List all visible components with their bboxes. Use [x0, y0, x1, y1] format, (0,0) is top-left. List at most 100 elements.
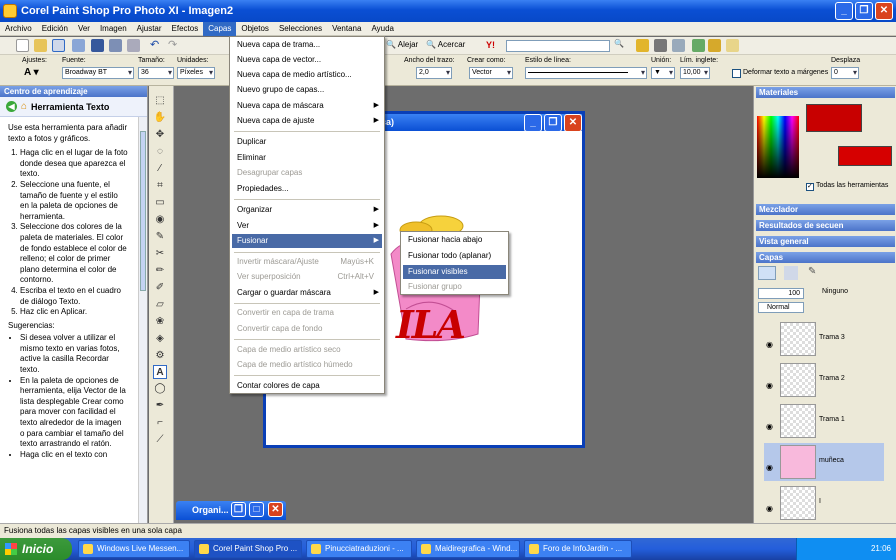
background-swatch[interactable]	[838, 146, 892, 166]
learning-scrollbar[interactable]	[138, 117, 147, 523]
menu-efectos[interactable]: Efectos	[167, 22, 204, 36]
email-icon[interactable]	[127, 39, 140, 52]
menu-item-duplicate[interactable]: Duplicar	[232, 135, 382, 149]
organizer-maximize-button[interactable]: □	[249, 502, 264, 517]
redeye-icon[interactable]: ◉	[153, 213, 167, 227]
menu-selecciones[interactable]: Selecciones	[274, 22, 327, 36]
close-button[interactable]: ✕	[875, 2, 893, 20]
shape-icon[interactable]: ◯	[153, 382, 167, 396]
search-input[interactable]	[506, 40, 610, 52]
eye-icon[interactable]: ◉	[766, 381, 773, 390]
minimized-organizer-window[interactable]: Organi... ❐ □ ✕	[176, 501, 286, 520]
home-icon[interactable]: ⌂	[21, 101, 27, 112]
layer-row[interactable]: Trama 1 ◉	[764, 402, 884, 440]
eye-icon[interactable]: ◉	[766, 504, 773, 513]
layer-row[interactable]: Trama 3 ◉	[764, 320, 884, 358]
opacity-input[interactable]: 100	[758, 288, 804, 299]
menu-objetos[interactable]: Objetos	[236, 22, 274, 36]
lasso-icon[interactable]: ◌	[153, 145, 167, 159]
eraser-icon[interactable]: ▱	[153, 298, 167, 312]
task-pinuccia[interactable]: Pinucciatraduzioni - ...	[306, 540, 412, 558]
menu-item-count-colors[interactable]: Contar colores de capa	[232, 379, 382, 393]
edit-icon[interactable]	[708, 39, 721, 52]
brush-icon[interactable]: ✏	[153, 264, 167, 278]
doc-minimize-button[interactable]: _	[524, 114, 542, 132]
font-select[interactable]: Broadway BT	[62, 67, 134, 79]
foreground-swatch[interactable]	[806, 104, 862, 132]
mixer-header[interactable]: Mezclador	[756, 204, 895, 215]
menu-ayuda[interactable]: Ayuda	[366, 22, 399, 36]
eye-icon[interactable]: ◉	[766, 463, 773, 472]
scratch-icon[interactable]: ✂	[153, 247, 167, 261]
browse-icon[interactable]	[52, 39, 65, 52]
menu-item-properties[interactable]: Propiedades...	[232, 182, 382, 196]
undo-icon[interactable]: ↶	[150, 39, 163, 52]
print-icon[interactable]	[672, 39, 685, 52]
art-brush-icon[interactable]: ⌐	[153, 416, 167, 430]
open-icon[interactable]	[34, 39, 47, 52]
menu-item-load-save-mask[interactable]: Cargar o guardar máscara ▶	[232, 286, 382, 300]
layer-tools-icon[interactable]: ✎	[808, 266, 822, 280]
mail-icon[interactable]	[726, 39, 739, 52]
task-maidiregrafica[interactable]: Maidiregrafica - Wind...	[416, 540, 520, 558]
menu-item-new-mask[interactable]: Nueva capa de máscara ▶	[232, 99, 382, 113]
menu-item-merge-down[interactable]: Fusionar hacia abajo	[403, 233, 506, 247]
share-icon[interactable]	[692, 39, 705, 52]
script-output-header[interactable]: Resultados de secuen	[756, 220, 895, 231]
create-as-select[interactable]: Vector	[469, 67, 513, 79]
delete-layer-icon[interactable]	[784, 266, 798, 280]
back-arrow-icon[interactable]: ◀	[6, 101, 17, 112]
picture-tube-icon[interactable]: ❀	[153, 315, 167, 329]
oil-brush-icon[interactable]: ⟋	[153, 433, 167, 447]
maximize-button[interactable]: ❐	[855, 2, 873, 20]
task-infojardin[interactable]: Foro de InfoJardín - ...	[524, 540, 632, 558]
organizer-close-button[interactable]: ✕	[268, 502, 283, 517]
menu-item-merge[interactable]: Fusionar ▶	[232, 234, 382, 248]
menu-capas[interactable]: Capas	[203, 21, 237, 36]
layer-row[interactable]: Trama 2 ◉	[764, 361, 884, 399]
eye-icon[interactable]: ◉	[766, 422, 773, 431]
start-button[interactable]: Inicio	[0, 538, 72, 560]
pen-icon[interactable]: ✒	[153, 399, 167, 413]
layer-row[interactable]: I ◉	[764, 484, 884, 522]
menu-item-new-raster[interactable]: Nueva capa de trama...	[232, 38, 382, 52]
zoom-in-button[interactable]: 🔍 Acercar	[426, 40, 465, 49]
layer-row-selected[interactable]: muñeca ◉	[764, 443, 884, 481]
new-icon[interactable]	[16, 39, 29, 52]
lighten-icon[interactable]: ✐	[153, 281, 167, 295]
menu-ver[interactable]: Ver	[73, 22, 95, 36]
overview-header[interactable]: Vista general	[756, 236, 895, 247]
zoom-out-button[interactable]: 🔍 Alejar	[386, 40, 418, 49]
task-paintshop[interactable]: Corel Paint Shop Pro ...	[194, 540, 302, 558]
save-as-icon[interactable]	[109, 39, 122, 52]
size-select[interactable]: 36	[138, 67, 174, 79]
doc-maximize-button[interactable]: ❐	[544, 114, 562, 132]
move-icon[interactable]: ✥	[153, 128, 167, 142]
color-spectrum[interactable]	[757, 116, 799, 178]
menu-item-delete[interactable]: Eliminar	[232, 151, 382, 165]
text-preset-icon[interactable]: A ▾	[24, 67, 39, 78]
clone-icon[interactable]: ✎	[153, 230, 167, 244]
menu-item-view[interactable]: Ver ▶	[232, 219, 382, 233]
eye-icon[interactable]: ◉	[766, 340, 773, 349]
menu-imagen[interactable]: Imagen	[95, 22, 132, 36]
menu-item-merge-all[interactable]: Fusionar todo (aplanar)	[403, 249, 506, 263]
menu-item-new-adjustment[interactable]: Nueva capa de ajuste ▶	[232, 114, 382, 128]
doc-close-button[interactable]: ✕	[564, 114, 582, 132]
line-style-select[interactable]	[525, 67, 647, 79]
text-tool-icon[interactable]: A	[153, 365, 167, 379]
fill-icon[interactable]: ◈	[153, 332, 167, 346]
camera-icon[interactable]	[654, 39, 667, 52]
offset-input[interactable]: 0	[831, 67, 859, 79]
task-messenger[interactable]: Windows Live Messen...	[78, 540, 190, 558]
yahoo-icon[interactable]: Y!	[486, 39, 499, 52]
redo-icon[interactable]: ↷	[168, 39, 181, 52]
menu-item-arrange[interactable]: Organizar ▶	[232, 203, 382, 217]
menu-ventana[interactable]: Ventana	[327, 22, 366, 36]
photo-icon[interactable]	[636, 39, 649, 52]
menu-item-new-art-media[interactable]: Nueva capa de medio artístico...	[232, 68, 382, 82]
dropper-icon[interactable]: ⁄	[153, 162, 167, 176]
menu-item-new-group[interactable]: Nuevo grupo de capas...	[232, 83, 382, 97]
menu-archivo[interactable]: Archivo	[0, 22, 37, 36]
minimize-button[interactable]: _	[835, 2, 853, 20]
